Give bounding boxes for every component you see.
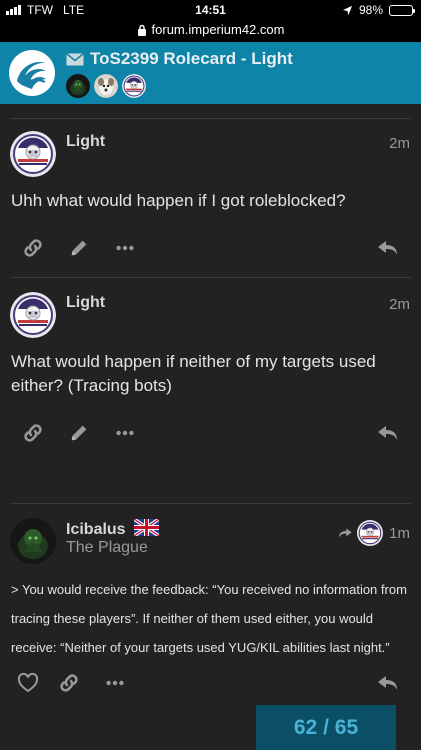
post-age[interactable]: 1m: [389, 525, 410, 542]
more-dots-icon: [104, 672, 126, 694]
pencil-icon: [68, 422, 90, 444]
user-avatar[interactable]: [10, 131, 56, 177]
like-button[interactable]: [14, 669, 42, 697]
lock-icon: [137, 24, 146, 36]
copy-link-button[interactable]: [19, 419, 47, 447]
username[interactable]: Light: [66, 133, 105, 151]
reply-button[interactable]: [374, 669, 402, 697]
topic-progress[interactable]: 62 / 65: [256, 705, 396, 750]
user-avatar[interactable]: [10, 518, 56, 564]
link-icon: [57, 671, 81, 695]
username-text: Icibalus: [66, 521, 126, 538]
post-actions: [0, 419, 421, 449]
post-age[interactable]: 2m: [389, 296, 410, 313]
participant-avatars: [66, 74, 146, 98]
link-icon: [21, 421, 45, 445]
topic-title[interactable]: ToS2399 Rolecard - Light: [66, 49, 293, 69]
reply-icon: [376, 421, 400, 445]
post-body: What would happen if neither of my targe…: [11, 352, 376, 395]
progress-total: 65: [334, 716, 359, 739]
reply-icon: [376, 236, 400, 260]
post-age[interactable]: 2m: [389, 135, 410, 152]
post: Light 2m Uhh what would happen if I got …: [0, 119, 421, 277]
status-right: 98%: [342, 3, 415, 17]
username[interactable]: Icibalus: [66, 519, 160, 539]
user-avatar[interactable]: [10, 292, 56, 338]
url-text: forum.imperium42.com: [151, 22, 285, 37]
more-button[interactable]: [111, 419, 139, 447]
post-actions: [0, 669, 421, 699]
link-icon: [21, 236, 45, 260]
post: Light 2m What would happen if neither of…: [0, 278, 421, 464]
copy-link-button[interactable]: [55, 669, 83, 697]
envelope-icon: [66, 52, 84, 65]
copy-link-button[interactable]: [19, 234, 47, 262]
battery-percent: 98%: [358, 3, 383, 17]
more-dots-icon: [114, 237, 136, 259]
reply-to-indicator[interactable]: [336, 520, 383, 546]
pencil-icon: [68, 237, 90, 259]
more-button[interactable]: [111, 234, 139, 262]
reply-to-avatar: [357, 520, 383, 546]
status-bar: TFW LTE 14:51 98%: [0, 0, 421, 20]
reply-arrow-icon: [339, 528, 352, 538]
progress-current: 62: [293, 716, 318, 739]
more-dots-icon: [114, 422, 136, 444]
battery-icon: [389, 4, 415, 16]
reply-icon: [376, 671, 400, 695]
reply-button[interactable]: [374, 234, 402, 262]
heart-icon: [16, 671, 40, 695]
topic-header: ToS2399 Rolecard - Light: [0, 42, 421, 104]
topic-title-text: ToS2399 Rolecard - Light: [90, 49, 293, 68]
post-actions: [0, 234, 421, 264]
location-arrow-icon: [342, 5, 353, 15]
edit-button[interactable]: [65, 234, 93, 262]
post-body: > You would receive the feedback: “You r…: [11, 582, 407, 655]
more-button[interactable]: [101, 669, 129, 697]
user-title: The Plague: [66, 539, 148, 556]
participant-avatar[interactable]: [94, 74, 118, 98]
site-logo[interactable]: [8, 49, 56, 97]
uk-flag-icon: [134, 519, 160, 536]
post-body: Uhh what would happen if I got roleblock…: [11, 191, 346, 210]
address-bar-inner: forum.imperium42.com: [137, 22, 285, 37]
edit-button[interactable]: [65, 419, 93, 447]
address-bar[interactable]: forum.imperium42.com: [0, 20, 421, 42]
participant-avatar[interactable]: [66, 74, 90, 98]
reply-button[interactable]: [374, 419, 402, 447]
username[interactable]: Light: [66, 294, 105, 312]
participant-avatar[interactable]: [122, 74, 146, 98]
progress-separator: /: [323, 716, 329, 739]
